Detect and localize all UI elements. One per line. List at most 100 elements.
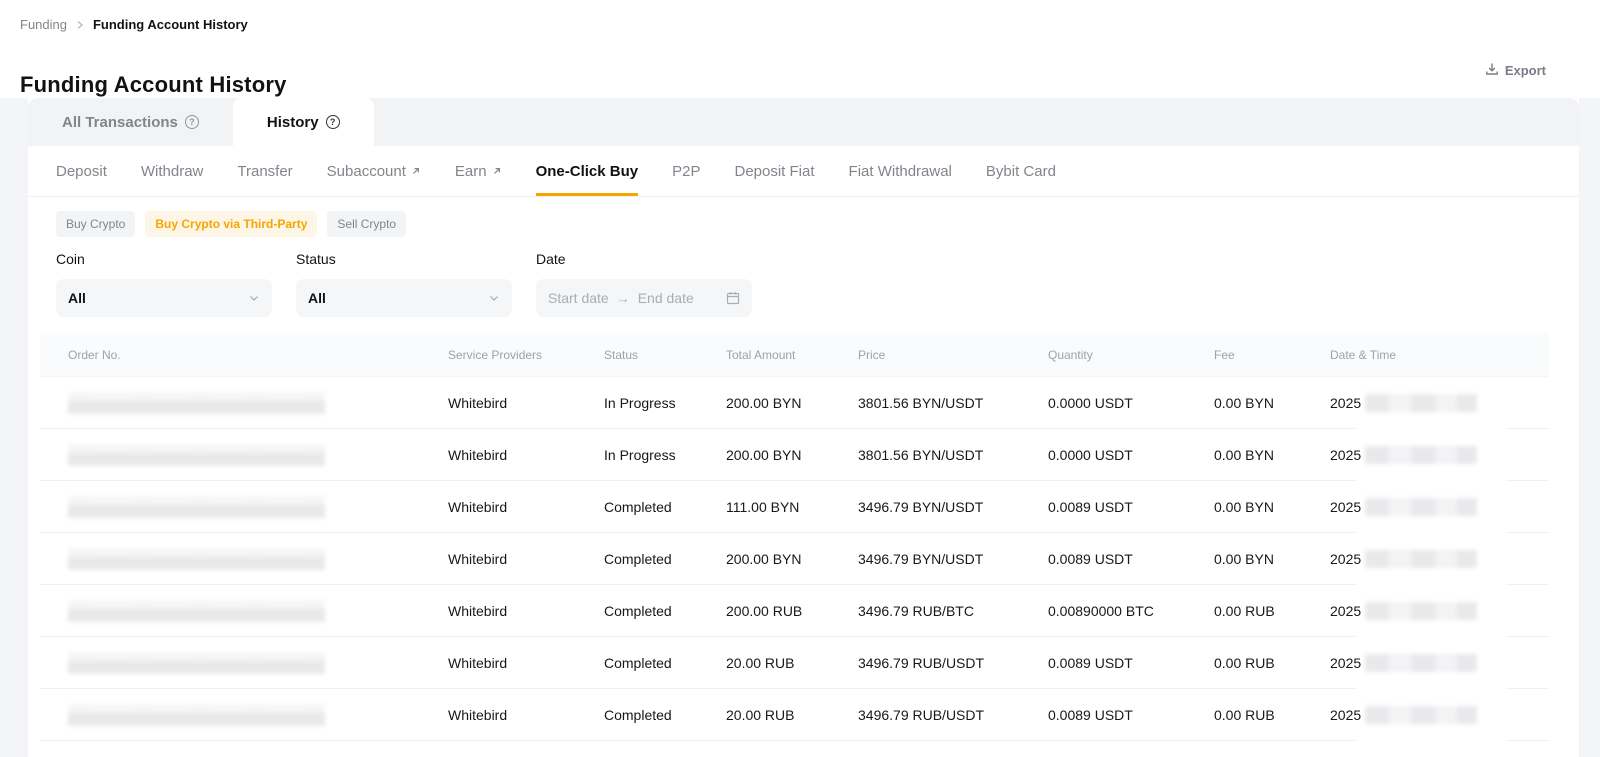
cell-order-no <box>40 496 448 518</box>
calendar-icon <box>726 291 740 305</box>
subtab-one-click-buy[interactable]: One-Click Buy <box>536 146 639 196</box>
date-redacted <box>1365 394 1477 412</box>
date-filter-label: Date <box>536 251 752 267</box>
filters: Coin All Status All Date Start date → En… <box>28 237 1579 317</box>
cell-status: Completed <box>604 707 726 723</box>
help-icon[interactable]: ? <box>185 115 199 129</box>
arrow-right-icon: → <box>617 291 630 306</box>
external-link-icon <box>411 166 421 176</box>
chevron-right-icon <box>75 20 85 30</box>
tab-history[interactable]: History ? <box>233 98 374 146</box>
cell-date-time: 2025 <box>1330 654 1549 672</box>
page-title: Funding Account History <box>20 72 287 98</box>
date-filter: Date Start date → End date <box>536 251 752 317</box>
table-row[interactable]: Whitebird Completed 20.00 RUB 3496.79 RU… <box>40 689 1549 741</box>
date-year: 2025 <box>1330 447 1361 463</box>
chevron-down-icon <box>488 292 500 304</box>
table-row[interactable]: Whitebird Completed 200.00 RUB 3496.79 R… <box>40 585 1549 637</box>
export-button[interactable]: Export <box>1485 62 1546 79</box>
cell-status: Completed <box>604 499 726 515</box>
subtab-earn[interactable]: Earn <box>455 146 502 196</box>
page-background-left <box>0 98 28 757</box>
cell-status: Completed <box>604 603 726 619</box>
cell-fee: 0.00 BYN <box>1214 551 1330 567</box>
coin-select[interactable]: All <box>56 279 272 317</box>
cell-date-time: 2025 <box>1330 498 1549 516</box>
table-row[interactable]: Whitebird Completed 111.00 BYN 3496.79 B… <box>40 481 1549 533</box>
cell-order-no <box>40 600 448 622</box>
cell-total-amount: 200.00 BYN <box>726 395 858 411</box>
crypto-type-pills: Buy Crypto Buy Crypto via Third-Party Se… <box>28 197 1579 237</box>
subtab-withdraw[interactable]: Withdraw <box>141 146 204 196</box>
subtab-label: Fiat Withdrawal <box>849 163 952 180</box>
table-row[interactable]: Whitebird Completed 20.00 RUB 3496.79 RU… <box>40 637 1549 689</box>
start-date-placeholder: Start date <box>548 290 609 306</box>
pill-buy-crypto[interactable]: Buy Crypto <box>56 211 135 237</box>
cell-status: Completed <box>604 551 726 567</box>
export-icon <box>1485 62 1499 79</box>
col-quantity: Quantity <box>1048 348 1214 362</box>
pill-buy-crypto-third-party[interactable]: Buy Crypto via Third-Party <box>145 211 317 237</box>
cell-status: In Progress <box>604 447 726 463</box>
subtab-deposit-fiat[interactable]: Deposit Fiat <box>734 146 814 196</box>
chevron-down-icon <box>248 292 260 304</box>
page-background-right <box>1579 98 1600 757</box>
col-order-no: Order No. <box>40 348 448 362</box>
cell-price: 3496.79 BYN/USDT <box>858 499 1048 515</box>
tab-all-transactions[interactable]: All Transactions ? <box>28 98 233 146</box>
order-no-redacted <box>68 704 325 726</box>
cell-fee: 0.00 BYN <box>1214 395 1330 411</box>
subtab-label: One-Click Buy <box>536 163 639 180</box>
status-select[interactable]: All <box>296 279 512 317</box>
history-subtabs: Deposit Withdraw Transfer Subaccount Ear… <box>28 146 1579 197</box>
cell-service-provider: Whitebird <box>448 499 604 515</box>
help-icon[interactable]: ? <box>326 115 340 129</box>
subtab-deposit[interactable]: Deposit <box>56 146 107 196</box>
subtab-label: Deposit <box>56 163 107 180</box>
cell-order-no <box>40 652 448 674</box>
coin-filter: Coin All <box>56 251 272 317</box>
cell-price: 3496.79 RUB/USDT <box>858 707 1048 723</box>
status-select-value: All <box>308 290 488 306</box>
subtab-label: P2P <box>672 163 700 180</box>
subtab-p2p[interactable]: P2P <box>672 146 700 196</box>
cell-price: 3496.79 RUB/USDT <box>858 655 1048 671</box>
date-year: 2025 <box>1330 499 1361 515</box>
cell-service-provider: Whitebird <box>448 447 604 463</box>
cell-quantity: 0.0000 USDT <box>1048 395 1214 411</box>
tab-history-label: History <box>267 114 319 131</box>
date-redacted <box>1365 550 1477 568</box>
order-no-redacted <box>68 496 325 518</box>
pill-sell-crypto[interactable]: Sell Crypto <box>327 211 406 237</box>
subtab-label: Bybit Card <box>986 163 1056 180</box>
date-range-input[interactable]: Start date → End date <box>536 279 752 317</box>
subtab-transfer[interactable]: Transfer <box>237 146 292 196</box>
col-fee: Fee <box>1214 348 1330 362</box>
col-total-amount: Total Amount <box>726 348 858 362</box>
cell-price: 3801.56 BYN/USDT <box>858 395 1048 411</box>
tab-all-transactions-label: All Transactions <box>62 114 178 131</box>
cell-fee: 0.00 BYN <box>1214 447 1330 463</box>
export-label: Export <box>1505 63 1546 78</box>
cell-quantity: 0.0089 USDT <box>1048 707 1214 723</box>
cell-date-time: 2025 <box>1330 602 1549 620</box>
cell-order-no <box>40 548 448 570</box>
col-service-providers: Service Providers <box>448 348 604 362</box>
col-date-time: Date & Time <box>1330 348 1549 362</box>
cell-order-no <box>40 704 448 726</box>
table-row[interactable]: Whitebird In Progress 200.00 BYN 3801.56… <box>40 377 1549 429</box>
date-year: 2025 <box>1330 707 1361 723</box>
date-year: 2025 <box>1330 603 1361 619</box>
main-tabs: All Transactions ? History ? <box>28 98 1579 146</box>
table-row[interactable]: Whitebird In Progress 200.00 BYN 3801.56… <box>40 429 1549 481</box>
breadcrumb-funding-link[interactable]: Funding <box>20 17 67 32</box>
table-body: Whitebird In Progress 200.00 BYN 3801.56… <box>40 377 1549 741</box>
cell-quantity: 0.00890000 BTC <box>1048 603 1214 619</box>
order-no-redacted <box>68 444 325 466</box>
order-no-redacted <box>68 652 325 674</box>
subtab-subaccount[interactable]: Subaccount <box>327 146 421 196</box>
order-no-redacted <box>68 392 325 414</box>
subtab-fiat-withdrawal[interactable]: Fiat Withdrawal <box>849 146 952 196</box>
table-row[interactable]: Whitebird Completed 200.00 BYN 3496.79 B… <box>40 533 1549 585</box>
subtab-bybit-card[interactable]: Bybit Card <box>986 146 1056 196</box>
